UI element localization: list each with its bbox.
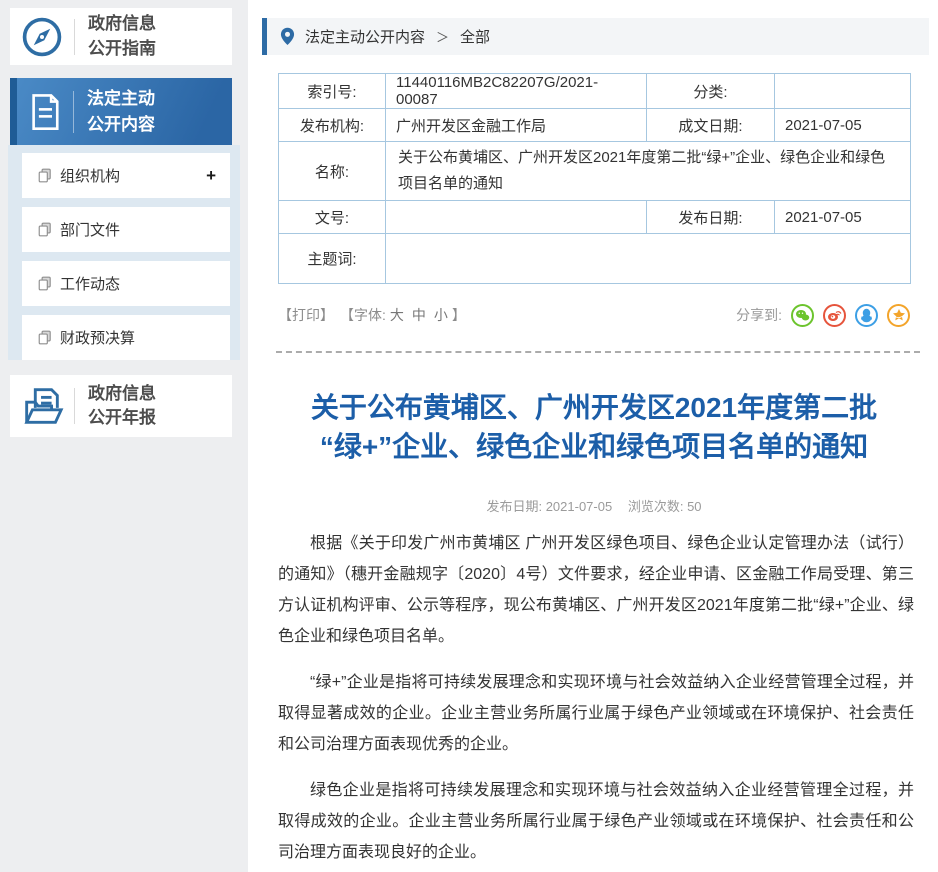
publish-date-label: 发布日期: bbox=[647, 201, 775, 234]
index-number-value: 11440116MB2C82207G/2021-00087 bbox=[386, 74, 647, 109]
share-qq-icon[interactable] bbox=[855, 304, 878, 327]
article-toolbar: 【打印】 【字体: 大 中 小 】 分享到: bbox=[278, 302, 910, 328]
compass-icon bbox=[10, 15, 74, 59]
sidebar-item-label: 组织机构 bbox=[60, 165, 206, 186]
issuer-label: 发布机构: bbox=[279, 109, 386, 142]
font-size-prefix: 【字体: bbox=[340, 305, 386, 325]
publish-date-value: 2021-07-05 bbox=[775, 201, 911, 234]
table-row: 文号: 发布日期: 2021-07-05 bbox=[279, 201, 911, 234]
expand-plus-icon[interactable]: + bbox=[206, 166, 216, 186]
publish-date-value: 2021-07-05 bbox=[546, 499, 613, 514]
breadcrumb-root[interactable]: 法定主动公开内容 bbox=[305, 26, 425, 47]
written-date-value: 2021-07-05 bbox=[775, 109, 911, 142]
table-row: 主题词: bbox=[279, 234, 911, 284]
font-size-suffix: 】 bbox=[452, 305, 466, 325]
folder-report-icon bbox=[10, 383, 74, 429]
sidebar-item-label: 工作动态 bbox=[60, 273, 216, 294]
article-paragraph: 绿色企业是指将可持续发展理念和实现环境与社会效益纳入企业经营管理全过程，并取得成… bbox=[278, 775, 914, 868]
views-value: 50 bbox=[687, 499, 701, 514]
pages-icon bbox=[38, 222, 52, 237]
views-label: 浏览次数: bbox=[628, 499, 684, 514]
share-label: 分享到: bbox=[736, 305, 782, 325]
sidebar-item-label: 政府信息 公开指南 bbox=[75, 12, 156, 60]
category-value bbox=[775, 74, 911, 109]
sidebar-item-department-files[interactable]: 部门文件 bbox=[22, 207, 230, 252]
issuer-value: 广州开发区金融工作局 bbox=[386, 109, 647, 142]
breadcrumb-current[interactable]: 全部 bbox=[460, 26, 490, 47]
sidebar-item-label: 政府信息 公开年报 bbox=[75, 382, 156, 430]
article-paragraph: 根据《关于印发广州市黄埔区 广州开发区绿色项目、绿色企业认定管理办法（试行）的通… bbox=[278, 528, 914, 652]
page: 政府信息 公开指南 法定主动 公开内容 bbox=[0, 0, 938, 872]
name-label: 名称: bbox=[279, 142, 386, 201]
font-size-small-button[interactable]: 小 bbox=[434, 305, 448, 325]
document-icon bbox=[17, 91, 73, 133]
name-value: 关于公布黄埔区、广州开发区2021年度第二批“绿+”企业、绿色企业和绿色项目名单… bbox=[386, 142, 911, 201]
keywords-label: 主题词: bbox=[279, 234, 386, 284]
location-pin-icon bbox=[280, 27, 295, 46]
doc-number-value bbox=[386, 201, 647, 234]
dashed-divider bbox=[276, 351, 920, 353]
sidebar-item-label: 财政预决算 bbox=[60, 327, 216, 348]
main-content: 法定主动公开内容 ＞ 全部 索引号: 11440116MB2C82207G/20… bbox=[248, 0, 938, 872]
sidebar-item-guide[interactable]: 政府信息 公开指南 bbox=[10, 8, 232, 65]
breadcrumb: 法定主动公开内容 ＞ 全部 bbox=[262, 18, 929, 55]
font-size-medium-button[interactable]: 中 bbox=[412, 305, 426, 325]
sidebar-item-annual-report[interactable]: 政府信息 公开年报 bbox=[10, 375, 232, 437]
category-label: 分类: bbox=[647, 74, 775, 109]
table-row: 发布机构: 广州开发区金融工作局 成文日期: 2021-07-05 bbox=[279, 109, 911, 142]
keywords-value bbox=[386, 234, 911, 284]
sidebar-item-fiscal-budget[interactable]: 财政预决算 bbox=[22, 315, 230, 360]
table-row: 索引号: 11440116MB2C82207G/2021-00087 分类: bbox=[279, 74, 911, 109]
sidebar-item-active-disclosure[interactable]: 法定主动 公开内容 bbox=[10, 78, 232, 145]
article-meta: 发布日期: 2021-07-05 浏览次数: 50 bbox=[278, 496, 910, 515]
sidebar: 政府信息 公开指南 法定主动 公开内容 bbox=[0, 0, 248, 872]
written-date-label: 成文日期: bbox=[647, 109, 775, 142]
sidebar-item-label: 法定主动 公开内容 bbox=[74, 86, 155, 137]
article-body: 根据《关于印发广州市黄埔区 广州开发区绿色项目、绿色企业认定管理办法（试行）的通… bbox=[278, 528, 914, 872]
pages-icon bbox=[38, 276, 52, 291]
doc-number-label: 文号: bbox=[279, 201, 386, 234]
index-number-label: 索引号: bbox=[279, 74, 386, 109]
document-meta-table: 索引号: 11440116MB2C82207G/2021-00087 分类: 发… bbox=[278, 73, 911, 284]
sidebar-item-organization[interactable]: 组织机构 + bbox=[22, 153, 230, 198]
article-paragraph: “绿+”企业是指将可持续发展理念和实现环境与社会效益纳入企业经营管理全过程，并取… bbox=[278, 667, 914, 760]
print-button[interactable]: 【打印】 bbox=[278, 305, 334, 325]
article-title: 关于公布黄埔区、广州开发区2021年度第二批 “绿+”企业、绿色企业和绿色项目名… bbox=[278, 388, 910, 466]
share-qzone-star-icon[interactable] bbox=[887, 304, 910, 327]
font-size-large-button[interactable]: 大 bbox=[390, 305, 404, 325]
share-wechat-icon[interactable] bbox=[791, 304, 814, 327]
sidebar-item-label: 部门文件 bbox=[60, 219, 216, 240]
publish-date-label: 发布日期: bbox=[486, 499, 542, 514]
pages-icon bbox=[38, 330, 52, 345]
sidebar-item-work-news[interactable]: 工作动态 bbox=[22, 261, 230, 306]
pages-icon bbox=[38, 168, 52, 183]
sidebar-subnav: 组织机构 + 部门文件 工作动态 bbox=[8, 145, 240, 360]
table-row: 名称: 关于公布黄埔区、广州开发区2021年度第二批“绿+”企业、绿色企业和绿色… bbox=[279, 142, 911, 201]
breadcrumb-separator: ＞ bbox=[436, 27, 449, 46]
share-weibo-icon[interactable] bbox=[823, 304, 846, 327]
